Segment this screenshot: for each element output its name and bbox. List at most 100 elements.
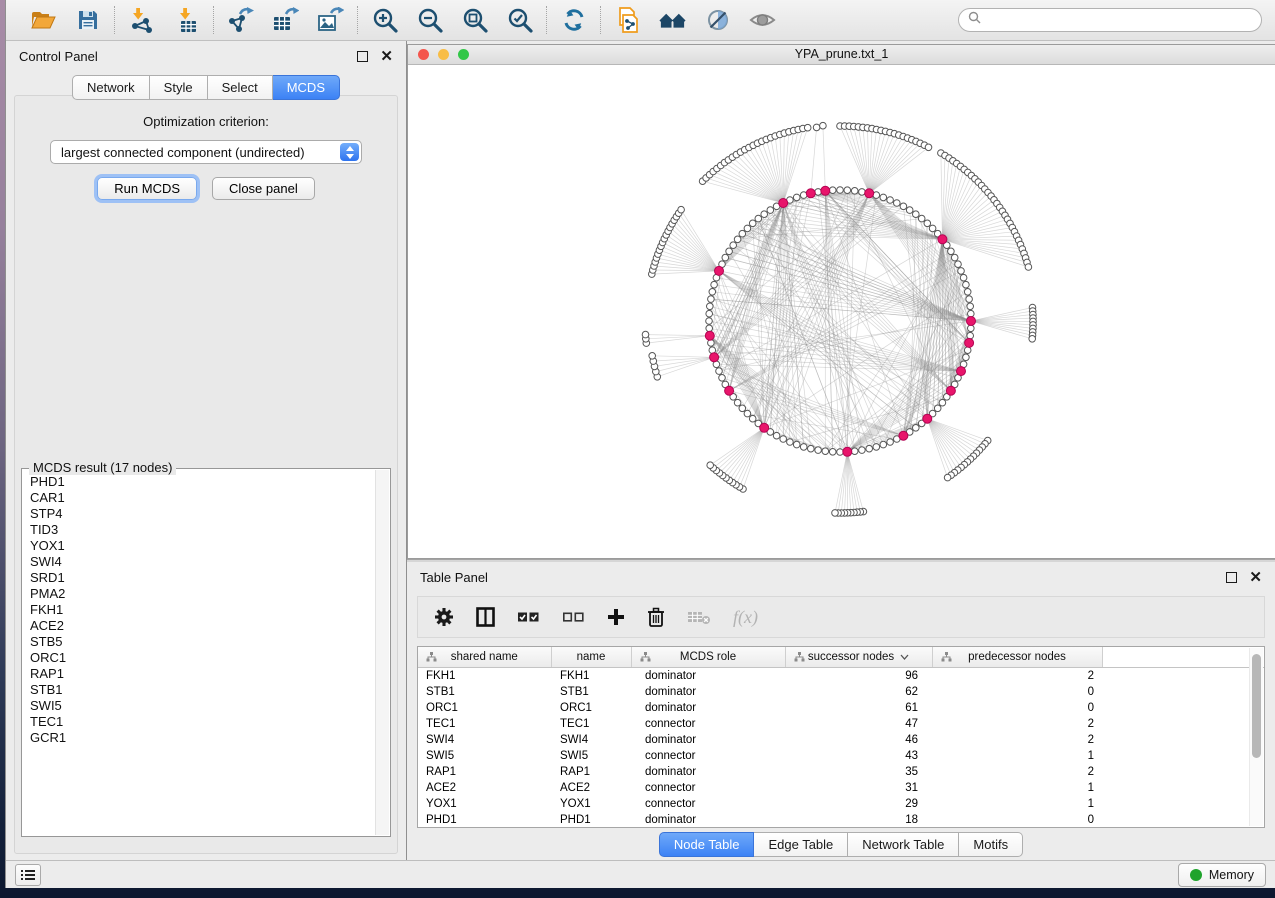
- export-image-icon[interactable]: [317, 7, 344, 34]
- mcds-result-item[interactable]: PMA2: [30, 586, 375, 602]
- mcds-result-item[interactable]: STB5: [30, 634, 375, 650]
- table-scrollbar[interactable]: [1249, 648, 1263, 826]
- network-view[interactable]: [408, 65, 1275, 558]
- zoom-selected-icon[interactable]: [506, 7, 533, 34]
- network-canvas[interactable]: [408, 65, 1275, 558]
- tab-select[interactable]: Select: [208, 75, 273, 100]
- table-row[interactable]: TEC1TEC1connector472: [418, 716, 1264, 732]
- cell-shared-name: SWI4: [418, 732, 551, 748]
- import-table-icon[interactable]: [173, 7, 200, 34]
- tab-mcds[interactable]: MCDS: [273, 75, 340, 100]
- tab-style[interactable]: Style: [150, 75, 208, 100]
- table-row[interactable]: SWI5SWI5connector431: [418, 748, 1264, 764]
- save-session-icon[interactable]: [74, 7, 101, 34]
- close-window-icon[interactable]: [418, 49, 429, 60]
- float-panel-icon[interactable]: [357, 51, 368, 62]
- table-row[interactable]: STB1STB1dominator620: [418, 684, 1264, 700]
- network-window-titlebar[interactable]: YPA_prune.txt_1: [408, 45, 1275, 65]
- clone-network-icon[interactable]: [614, 7, 641, 34]
- cell-shared-name: ORC1: [418, 700, 551, 716]
- table-row[interactable]: FKH1FKH1dominator962: [418, 668, 1264, 685]
- column-header-name[interactable]: name: [551, 647, 631, 668]
- export-network-icon[interactable]: [227, 7, 254, 34]
- cell-shared-name: ACE2: [418, 780, 551, 796]
- close-panel-icon[interactable]: ✕: [380, 49, 393, 64]
- open-session-icon[interactable]: [29, 7, 56, 34]
- mcds-result-item[interactable]: TEC1: [30, 714, 375, 730]
- mcds-result-list[interactable]: PHD1CAR1STP4TID3YOX1SWI4SRD1PMA2FKH1ACE2…: [23, 471, 375, 835]
- table-row[interactable]: ACE2ACE2connector311: [418, 780, 1264, 796]
- cell-name: STB1: [551, 684, 631, 700]
- maximize-window-icon[interactable]: [458, 49, 469, 60]
- table-row[interactable]: ORC1ORC1dominator610: [418, 700, 1264, 716]
- column-header-mcds-role[interactable]: MCDS role: [631, 647, 785, 668]
- table-row[interactable]: PHD1PHD1dominator180: [418, 812, 1264, 828]
- cell-mcds-role: connector: [631, 716, 785, 732]
- mcds-result-item[interactable]: ACE2: [30, 618, 375, 634]
- zoom-fit-icon[interactable]: [461, 7, 488, 34]
- cell-filler: [1102, 668, 1264, 685]
- mcds-result-item[interactable]: GCR1: [30, 730, 375, 746]
- criterion-dropdown[interactable]: largest connected component (undirected): [50, 140, 362, 164]
- mcds-result-item[interactable]: RAP1: [30, 666, 375, 682]
- deselect-all-rows-icon[interactable]: [562, 610, 585, 624]
- task-history-button[interactable]: [15, 864, 41, 886]
- delete-selected-rows-icon[interactable]: [647, 607, 665, 627]
- tab-edge-table[interactable]: Edge Table: [754, 832, 848, 857]
- mcds-result-item[interactable]: ORC1: [30, 650, 375, 666]
- refresh-view-icon[interactable]: [560, 7, 587, 34]
- mcds-result-item[interactable]: TID3: [30, 522, 375, 538]
- hide-graphics-details-icon[interactable]: [704, 7, 731, 34]
- cell-name: SWI4: [551, 732, 631, 748]
- close-table-panel-icon[interactable]: ✕: [1249, 570, 1262, 585]
- column-header-successor-nodes[interactable]: successor nodes: [785, 647, 932, 668]
- cell-predecessor-nodes: 1: [932, 748, 1102, 764]
- memory-button[interactable]: Memory: [1178, 863, 1266, 887]
- run-mcds-button[interactable]: Run MCDS: [97, 177, 197, 200]
- mcds-result-item[interactable]: STB1: [30, 682, 375, 698]
- add-row-icon[interactable]: [607, 608, 625, 626]
- mcds-result-item[interactable]: YOX1: [30, 538, 375, 554]
- cell-mcds-role: dominator: [631, 764, 785, 780]
- table-scrollbar-thumb[interactable]: [1252, 654, 1261, 758]
- tab-network[interactable]: Network: [72, 75, 150, 100]
- mcds-result-scrollbar[interactable]: [375, 470, 389, 835]
- zoom-out-icon[interactable]: [416, 7, 443, 34]
- search-input[interactable]: [986, 12, 1252, 28]
- mcds-result-item[interactable]: SWI4: [30, 554, 375, 570]
- minimize-window-icon[interactable]: [438, 49, 449, 60]
- column-header-predecessor-nodes[interactable]: predecessor nodes: [932, 647, 1102, 668]
- cell-mcds-role: dominator: [631, 732, 785, 748]
- import-network-icon[interactable]: [128, 7, 155, 34]
- close-panel-button[interactable]: Close panel: [212, 177, 315, 200]
- toolbar-group: [214, 7, 357, 34]
- mcds-result-item[interactable]: SRD1: [30, 570, 375, 586]
- mcds-result-item[interactable]: STP4: [30, 506, 375, 522]
- network-home-icon[interactable]: [659, 7, 686, 34]
- table-row[interactable]: YOX1YOX1connector291: [418, 796, 1264, 812]
- node-table-grid[interactable]: shared namenameMCDS rolesuccessor nodesp…: [418, 647, 1264, 828]
- column-header-shared-name[interactable]: shared name: [418, 647, 551, 668]
- select-all-rows-icon[interactable]: [517, 610, 540, 624]
- mcds-result-item[interactable]: SWI5: [30, 698, 375, 714]
- mcds-result-item[interactable]: FKH1: [30, 602, 375, 618]
- tab-node-table[interactable]: Node Table: [659, 832, 755, 857]
- table-settings-icon[interactable]: [434, 607, 454, 627]
- zoom-in-icon[interactable]: [371, 7, 398, 34]
- cell-name: PHD1: [551, 812, 631, 828]
- float-table-panel-icon[interactable]: [1226, 572, 1237, 583]
- tab-motifs[interactable]: Motifs: [959, 832, 1023, 857]
- node-table: shared namenameMCDS rolesuccessor nodesp…: [417, 646, 1265, 828]
- tab-network-table[interactable]: Network Table: [848, 832, 959, 857]
- mcds-result-item[interactable]: PHD1: [30, 474, 375, 490]
- toolbar-group: [115, 7, 213, 34]
- table-row[interactable]: RAP1RAP1dominator352: [418, 764, 1264, 780]
- cell-shared-name: YOX1: [418, 796, 551, 812]
- show-graphics-details-icon[interactable]: [749, 7, 776, 34]
- export-table-icon[interactable]: [272, 7, 299, 34]
- search-box[interactable]: [958, 8, 1262, 32]
- table-row[interactable]: SWI4SWI4dominator462: [418, 732, 1264, 748]
- desktop: { "colors": { "accent": "#3c82f5", "mcds…: [0, 0, 1275, 898]
- show-columns-icon[interactable]: [476, 607, 495, 627]
- mcds-result-item[interactable]: CAR1: [30, 490, 375, 506]
